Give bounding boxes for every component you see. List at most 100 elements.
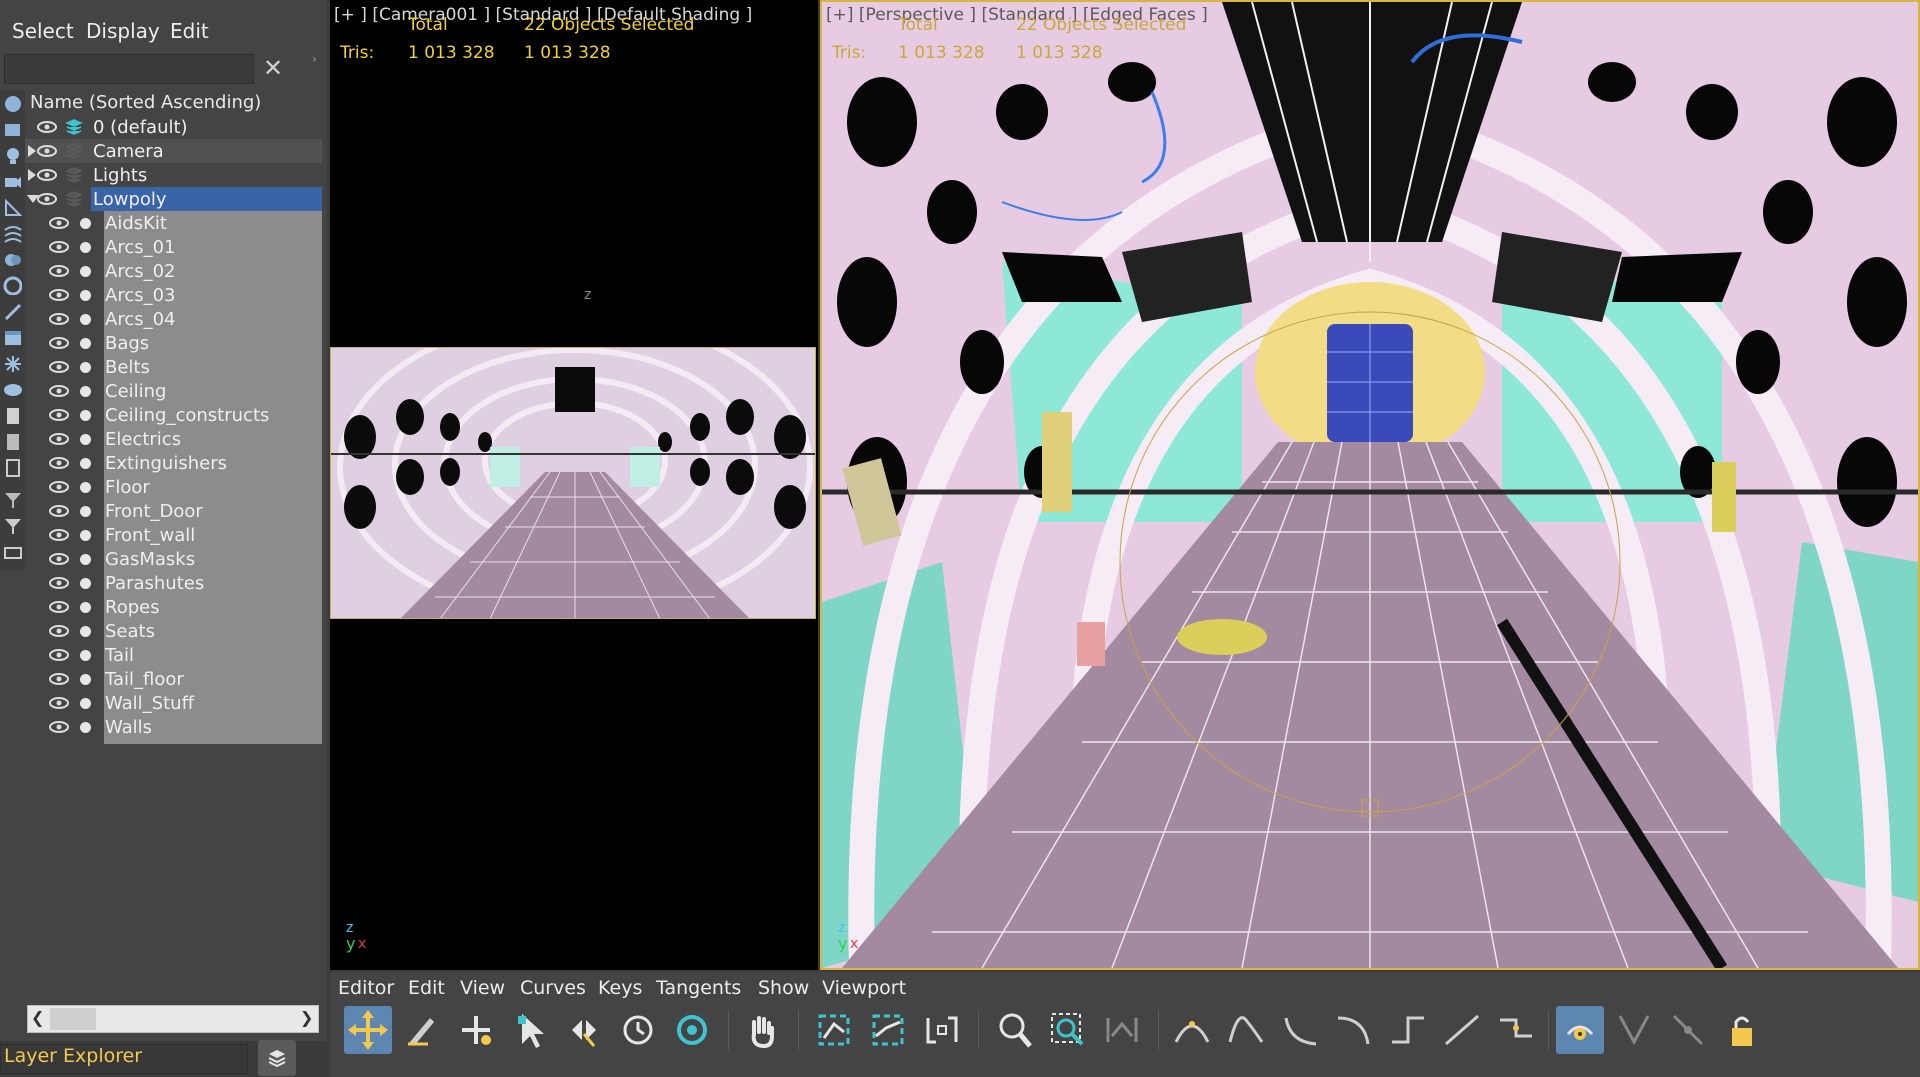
object-row[interactable]: Front_wall	[25, 523, 322, 547]
visibility-eye-icon[interactable]	[37, 121, 57, 133]
scale-time-button[interactable]	[614, 1006, 662, 1054]
visibility-eye-icon[interactable]	[49, 337, 69, 349]
filter-icon[interactable]	[3, 516, 22, 535]
slide-keys-button[interactable]	[560, 1006, 608, 1054]
break-tangents-button[interactable]	[1610, 1006, 1658, 1054]
display-all-icon[interactable]	[3, 406, 22, 425]
object-row[interactable]: GasMasks	[25, 547, 322, 571]
scroll-thumb[interactable]	[50, 1008, 96, 1030]
object-row[interactable]: Ceiling_constructs	[25, 403, 322, 427]
display-hidden-icon[interactable]	[3, 380, 22, 399]
layer-row-camera[interactable]: Camera	[25, 139, 322, 163]
visibility-eye-icon[interactable]	[49, 601, 69, 613]
visibility-eye-icon[interactable]	[49, 457, 69, 469]
display-none-icon[interactable]	[3, 432, 22, 451]
display-invert-icon[interactable]	[3, 458, 22, 477]
menu-select[interactable]: Select	[12, 19, 74, 43]
layer-row-lowpoly[interactable]: Lowpoly	[25, 187, 322, 211]
display-helpers-icon[interactable]	[3, 198, 22, 217]
object-row[interactable]: Belts	[25, 355, 322, 379]
visibility-eye-icon[interactable]	[37, 169, 57, 181]
menu-show[interactable]: Show	[758, 977, 809, 999]
draw-curves-button[interactable]	[398, 1006, 446, 1054]
lock-tangents-button[interactable]	[1718, 1006, 1766, 1054]
visibility-eye-icon[interactable]	[49, 721, 69, 733]
display-containers-icon[interactable]	[3, 328, 22, 347]
menu-view[interactable]: View	[460, 977, 505, 999]
tangent-linear-button[interactable]	[1438, 1006, 1486, 1054]
object-row[interactable]: Arcs_01	[25, 235, 322, 259]
tangent-step-button[interactable]	[1384, 1006, 1432, 1054]
perspective-viewport[interactable]	[820, 0, 1920, 970]
visibility-eye-icon[interactable]	[49, 481, 69, 493]
visibility-eye-icon[interactable]	[49, 649, 69, 661]
object-row[interactable]: Seats	[25, 619, 322, 643]
menu-edit[interactable]: Edit	[408, 977, 445, 999]
panel-collapse-icon[interactable]: ›	[312, 52, 317, 66]
object-row[interactable]: Ceiling	[25, 379, 322, 403]
clear-search-icon[interactable]: ✕	[262, 54, 284, 82]
pan-button[interactable]	[738, 1006, 786, 1054]
layer-explorer-button[interactable]	[258, 1040, 296, 1076]
layer-row-default[interactable]: 0 (default)	[25, 115, 322, 139]
visibility-eye-icon[interactable]	[49, 697, 69, 709]
zoom-button[interactable]	[990, 1006, 1038, 1054]
tangent-slow-button[interactable]	[1330, 1006, 1378, 1054]
tangent-spline-button[interactable]	[1222, 1006, 1270, 1054]
visibility-eye-icon[interactable]	[49, 529, 69, 541]
object-row[interactable]: AidsKit	[25, 211, 322, 235]
menu-tangents[interactable]: Tangents	[656, 977, 741, 999]
expand-arrow-icon[interactable]	[27, 168, 37, 182]
visibility-eye-icon[interactable]	[49, 553, 69, 565]
expand-arrow-icon[interactable]	[27, 144, 37, 158]
layer-tools-icon[interactable]	[3, 542, 22, 561]
display-groups-icon[interactable]	[3, 250, 22, 269]
visibility-eye-icon[interactable]	[49, 433, 69, 445]
horizontal-scrollbar[interactable]: ❮ ❯	[27, 1005, 319, 1033]
display-geometry-icon[interactable]	[3, 120, 22, 139]
menu-edit[interactable]: Edit	[170, 19, 209, 43]
menu-display[interactable]: Display	[86, 19, 160, 43]
show-tangents-button[interactable]	[1556, 1006, 1604, 1054]
unify-tangents-button[interactable]	[1664, 1006, 1712, 1054]
object-row[interactable]: Front_Door	[25, 499, 322, 523]
object-row[interactable]: Floor	[25, 475, 322, 499]
isolate-curve-button[interactable]	[1098, 1006, 1146, 1054]
sort-by-name-icon[interactable]	[3, 94, 22, 113]
display-lights-icon[interactable]	[3, 146, 22, 165]
object-row[interactable]: Electrics	[25, 427, 322, 451]
object-row[interactable]: Walls	[25, 715, 322, 739]
search-input[interactable]	[4, 54, 254, 84]
object-row[interactable]: Wall_Stuff	[25, 691, 322, 715]
normalize-button[interactable]	[918, 1006, 966, 1054]
menu-editor[interactable]: Editor	[338, 977, 394, 999]
object-row[interactable]: Tail	[25, 643, 322, 667]
layer-row-lights[interactable]: Lights	[25, 163, 322, 187]
menu-curves[interactable]: Curves	[520, 977, 586, 999]
display-spacewarps-icon[interactable]	[3, 224, 22, 243]
select-keys-button[interactable]	[506, 1006, 554, 1054]
visibility-eye-icon[interactable]	[49, 217, 69, 229]
frame-horizontal-button[interactable]	[810, 1006, 858, 1054]
visibility-eye-icon[interactable]	[49, 265, 69, 277]
filter-selected-icon[interactable]	[3, 490, 22, 509]
move-keys-button[interactable]	[344, 1006, 392, 1054]
visibility-eye-icon[interactable]	[49, 505, 69, 517]
visibility-eye-icon[interactable]	[49, 409, 69, 421]
scroll-right-icon[interactable]: ❯	[300, 1008, 313, 1027]
scroll-left-icon[interactable]: ❮	[31, 1008, 44, 1027]
visibility-eye-icon[interactable]	[49, 241, 69, 253]
display-xrefs-icon[interactable]	[3, 276, 22, 295]
object-row[interactable]: Arcs_03	[25, 283, 322, 307]
menu-keys[interactable]: Keys	[598, 977, 642, 999]
visibility-eye-icon[interactable]	[49, 385, 69, 397]
display-frozen-icon[interactable]	[3, 354, 22, 373]
frame-values-button[interactable]	[864, 1006, 912, 1054]
object-row[interactable]: Extinguishers	[25, 451, 322, 475]
object-row[interactable]: Bags	[25, 331, 322, 355]
visibility-eye-icon[interactable]	[37, 145, 57, 157]
object-row[interactable]: Arcs_04	[25, 307, 322, 331]
tangent-smooth-button[interactable]	[1492, 1006, 1540, 1054]
object-row[interactable]: Ropes	[25, 595, 322, 619]
visibility-eye-icon[interactable]	[49, 625, 69, 637]
